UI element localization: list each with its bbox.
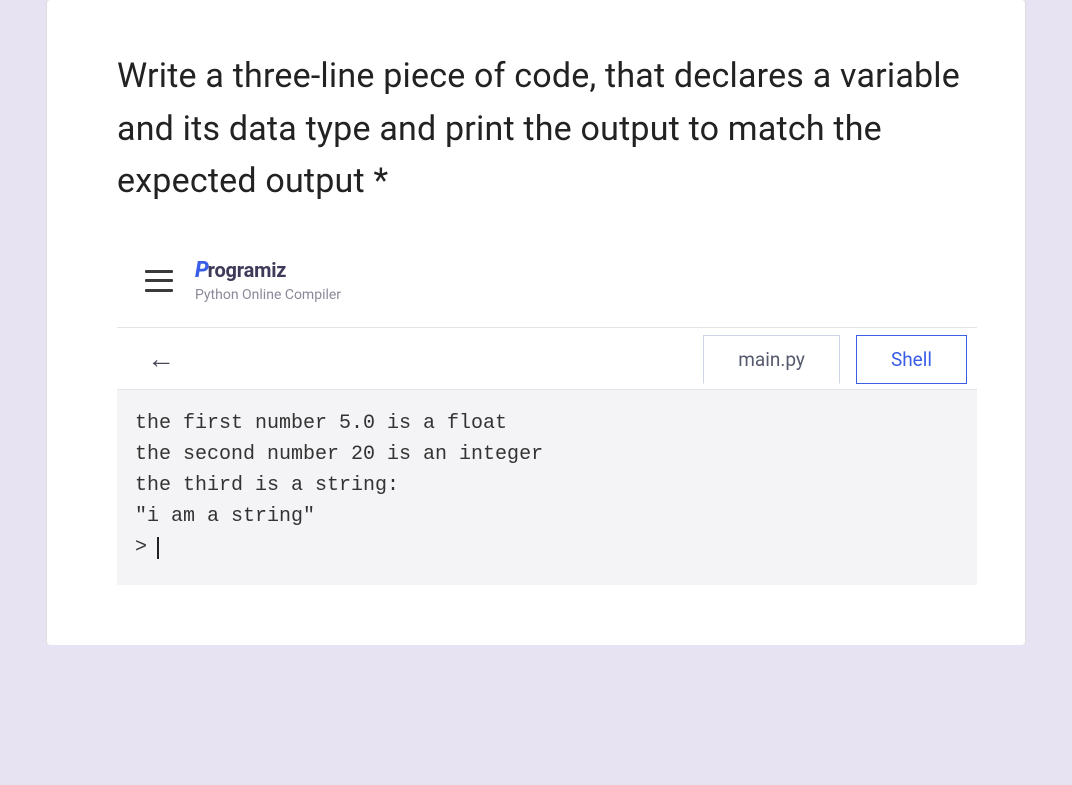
tab-main[interactable]: main.py [703,335,840,384]
compiler-screenshot: Programiz Python Online Compiler ← main.… [117,258,977,585]
cursor-icon [157,537,159,559]
compiler-toolbar: ← main.py Shell [117,327,977,390]
brand-first-letter: P [195,258,209,283]
brand-block: Programiz Python Online Compiler [195,258,341,303]
output-line: the third is a string: [135,470,959,501]
output-line: the second number 20 is an integer [135,439,959,470]
menu-icon[interactable] [145,270,173,292]
compiler-header: Programiz Python Online Compiler [145,258,977,317]
brand-subtitle: Python Online Compiler [195,287,341,303]
prompt-symbol: > [135,532,147,563]
required-asterisk: * [373,161,388,201]
back-arrow-icon[interactable]: ← [117,328,205,389]
brand-rest: rogramiz [208,258,287,282]
question-card: Write a three-line piece of code, that d… [46,0,1026,645]
output-line: "i am a string" [135,501,959,532]
output-line: the first number 5.0 is a float [135,408,959,439]
tab-shell[interactable]: Shell [856,335,967,384]
brand-logo: Programiz [195,258,341,283]
question-body: Write a three-line piece of code, that d… [117,56,960,201]
shell-output: the first number 5.0 is a floatthe secon… [117,390,977,585]
question-text: Write a three-line piece of code, that d… [117,50,977,208]
prompt-line[interactable]: > [135,532,959,563]
tab-group: main.py Shell [703,335,977,383]
